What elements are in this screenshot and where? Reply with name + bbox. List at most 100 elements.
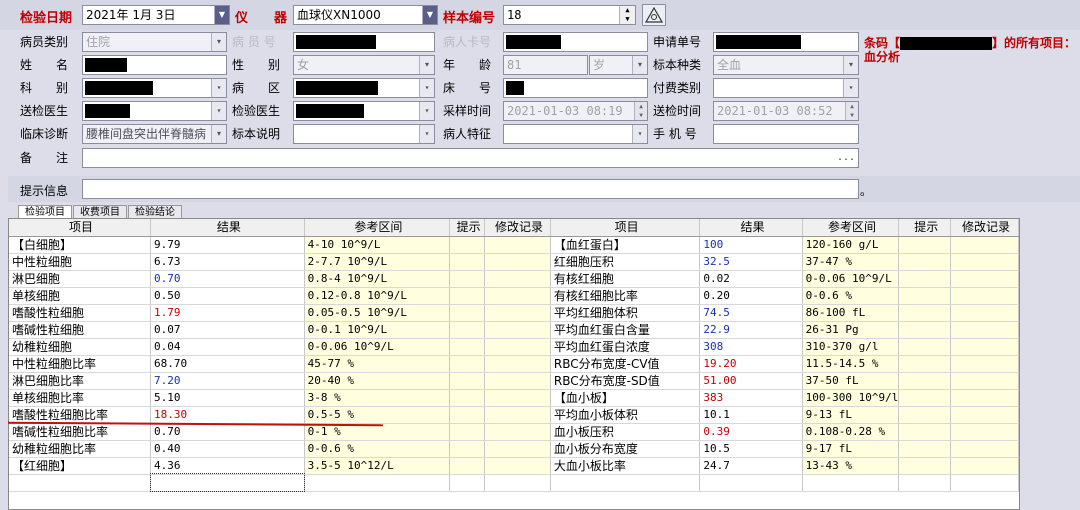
fee-type-select[interactable]: ▾ [713, 78, 859, 98]
cell-hint[interactable] [449, 321, 486, 339]
cell-hint[interactable] [449, 304, 486, 322]
ward-select[interactable]: ▾ [293, 78, 435, 98]
chevron-down-icon[interactable]: ▾ [843, 56, 858, 74]
cell-ref[interactable]: 37-50 fL [802, 372, 900, 390]
table-row[interactable]: 嗜碱性粒细胞比率 0.70 0-1 % 血小板压积 0.39 0.108-0.28 % [9, 423, 1019, 441]
table-row[interactable]: 【红细胞】 4.36 3.5-5 10^12/L 大血小板比率 24.7 13-43 % [9, 457, 1019, 475]
col-header-result[interactable]: 结果 [150, 219, 305, 237]
cell-history[interactable] [950, 423, 1019, 441]
cell-item[interactable]: 【血红蛋白】 [550, 236, 701, 254]
cell-history[interactable] [484, 423, 551, 441]
cell-hint[interactable] [898, 253, 952, 271]
table-row[interactable]: 幼稚粒细胞 0.04 0-0.06 10^9/L 平均血红蛋白浓度 308 310-370… [9, 338, 1019, 356]
cell-hint[interactable] [449, 355, 486, 373]
cell-empty[interactable] [149, 473, 306, 492]
cell-empty[interactable] [9, 474, 151, 492]
cell-ref[interactable]: 3-8 % [304, 389, 451, 407]
col-header-result[interactable]: 结果 [699, 219, 803, 237]
cell-item[interactable]: 嗜碱性粒细胞比率 [9, 423, 151, 441]
cell-history[interactable] [484, 236, 551, 254]
cell-empty[interactable] [802, 474, 900, 492]
inspector-select[interactable]: ▾ [293, 101, 435, 121]
table-row[interactable]: 单核细胞比率 5.10 3-8 % 【血小板】 383 100-300 10^9/l [9, 389, 1019, 407]
cell-ref[interactable]: 0.108-0.28 % [802, 423, 900, 441]
cell-history[interactable] [950, 406, 1019, 424]
cell-item[interactable]: 嗜酸性粒细胞 [9, 304, 151, 322]
cell-empty[interactable] [304, 474, 451, 492]
chevron-down-icon[interactable]: ▾ [419, 102, 434, 120]
cell-ref[interactable]: 86-100 fL [802, 304, 900, 322]
cell-ref[interactable]: 9-13 fL [802, 406, 900, 424]
cell-ref[interactable]: 0-0.1 10^9/L [304, 321, 451, 339]
cell-history[interactable] [484, 440, 551, 458]
sample-time-input[interactable]: 2021-01-03 08:19 ▲ ▼ [503, 101, 648, 121]
cell-ref[interactable]: 0.12-0.8 10^9/L [304, 287, 451, 305]
cell-result[interactable]: 383 [699, 389, 803, 407]
cell-ref[interactable]: 0.8-4 10^9/L [304, 270, 451, 288]
cell-result[interactable]: 10.1 [699, 406, 803, 424]
col-header-ref[interactable]: 参考区间 [802, 219, 900, 237]
cell-item[interactable]: 嗜酸性粒细胞比率 [9, 406, 151, 424]
cell-result[interactable]: 74.5 [699, 304, 803, 322]
specimen-type-select[interactable]: 全血 ▾ [713, 55, 859, 75]
col-header-history[interactable]: 修改记录 [950, 219, 1019, 237]
cell-ref[interactable]: 4-10 10^9/L [304, 236, 451, 254]
cell-result[interactable]: 10.5 [699, 440, 803, 458]
cell-ref[interactable]: 37-47 % [802, 253, 900, 271]
phone-input[interactable] [713, 124, 859, 144]
patient-feature-select[interactable]: ▾ [503, 124, 648, 144]
cell-result[interactable]: 1.79 [150, 304, 305, 322]
cell-hint[interactable] [898, 440, 952, 458]
cell-result[interactable]: 51.00 [699, 372, 803, 390]
date-picker[interactable]: 2021年 1月 3日 ▼ [82, 5, 230, 25]
biohazard-button[interactable] [642, 4, 666, 26]
cell-ref[interactable]: 3.5-5 10^12/L [304, 457, 451, 475]
cell-item[interactable]: 【白细胞】 [9, 236, 151, 254]
spinner-icon[interactable]: ▲ ▼ [845, 102, 858, 120]
cell-result[interactable]: 6.73 [150, 253, 305, 271]
chevron-down-icon[interactable]: ▼ [422, 6, 437, 24]
chevron-down-icon[interactable]: ▾ [211, 125, 226, 143]
col-header-history[interactable]: 修改记录 [484, 219, 551, 237]
cell-hint[interactable] [898, 236, 952, 254]
hint-input[interactable] [82, 179, 859, 199]
tab-fee-items[interactable]: 收费项目 [73, 205, 127, 219]
cell-item[interactable]: 血小板分布宽度 [550, 440, 701, 458]
cell-hint[interactable] [449, 389, 486, 407]
cell-hint[interactable] [449, 338, 486, 356]
cell-hint[interactable] [449, 406, 486, 424]
chevron-down-icon[interactable]: ▾ [419, 79, 434, 97]
cell-ref[interactable]: 310-370 g/l [802, 338, 900, 356]
table-row[interactable]: 淋巴细胞 0.70 0.8-4 10^9/L 有核红细胞 0.02 0-0.06 10^9… [9, 270, 1019, 288]
cell-hint[interactable] [898, 372, 952, 390]
cell-hint[interactable] [449, 372, 486, 390]
cell-hint[interactable] [898, 457, 952, 475]
cell-result[interactable]: 68.70 [150, 355, 305, 373]
sample-no-input[interactable]: 18 ▲ ▼ [503, 5, 636, 25]
cell-result[interactable]: 0.39 [699, 423, 803, 441]
cell-item[interactable]: 淋巴细胞比率 [9, 372, 151, 390]
cell-ref[interactable]: 0-0.06 10^9/L [802, 270, 900, 288]
chevron-down-icon[interactable]: ▾ [419, 125, 434, 143]
cell-result[interactable]: 0.02 [699, 270, 803, 288]
cell-hint[interactable] [898, 304, 952, 322]
cell-history[interactable] [484, 321, 551, 339]
cell-history[interactable] [484, 253, 551, 271]
cell-history[interactable] [950, 321, 1019, 339]
tab-test-items[interactable]: 检验项目 [18, 205, 72, 219]
cell-item[interactable]: 单核细胞比率 [9, 389, 151, 407]
cell-item[interactable]: 平均血红蛋白含量 [550, 321, 701, 339]
cell-ref[interactable]: 26-31 Pg [802, 321, 900, 339]
cell-history[interactable] [950, 440, 1019, 458]
table-row-empty[interactable] [9, 473, 1019, 492]
cell-item[interactable]: 红细胞压积 [550, 253, 701, 271]
cell-ref[interactable]: 100-300 10^9/l [802, 389, 900, 407]
name-input[interactable] [82, 55, 227, 75]
dept-select[interactable]: ▾ [82, 78, 227, 98]
cell-item[interactable]: 淋巴细胞 [9, 270, 151, 288]
cell-result[interactable]: 0.07 [150, 321, 305, 339]
cell-item[interactable]: 有核红细胞比率 [550, 287, 701, 305]
cell-result[interactable]: 0.40 [150, 440, 305, 458]
spinner-icon[interactable]: ▲ ▼ [634, 102, 647, 120]
cell-result[interactable]: 4.36 [150, 457, 305, 475]
